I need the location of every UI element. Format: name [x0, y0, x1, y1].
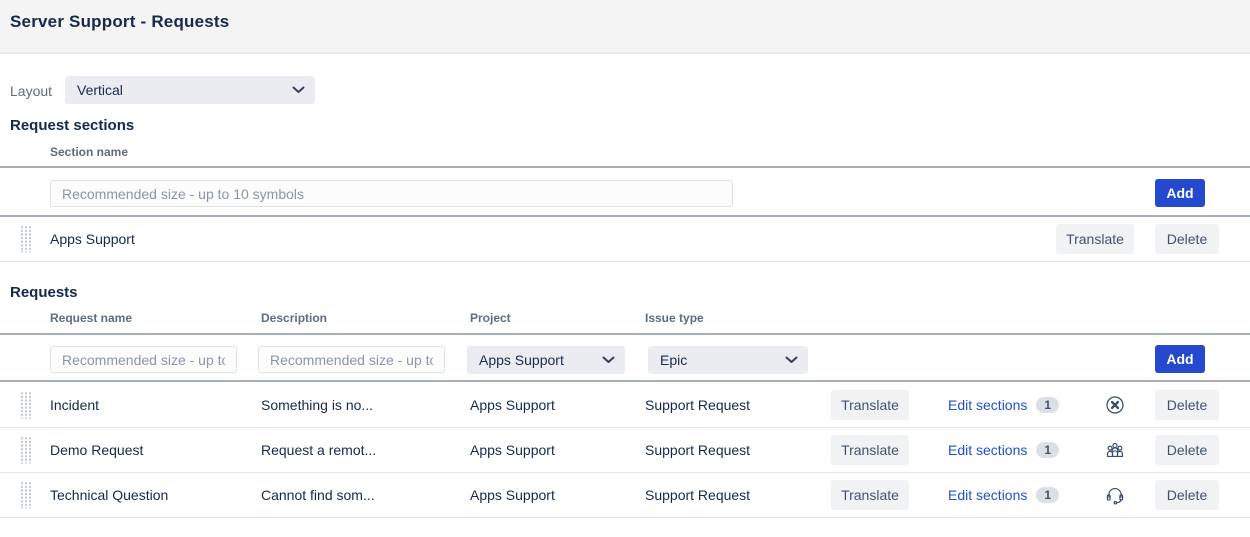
people-group-icon[interactable]: [1104, 439, 1126, 461]
column-header-section-name: Section name: [50, 145, 128, 159]
issue-type-select-value: Epic: [660, 352, 687, 368]
add-section-button[interactable]: Add: [1155, 179, 1205, 207]
divider: [0, 380, 1250, 382]
sections-count-badge: 1: [1036, 487, 1059, 503]
request-project-text: Apps Support: [470, 487, 555, 503]
project-select[interactable]: Apps Support: [467, 346, 625, 374]
edit-sections-wrap: Edit sections 1: [948, 487, 1059, 503]
request-description-input[interactable]: [258, 346, 445, 373]
request-project-text: Apps Support: [470, 442, 555, 458]
sections-count-badge: 1: [1036, 442, 1059, 458]
request-description-text: Something is no...: [261, 397, 373, 413]
chevron-down-icon: [292, 86, 305, 94]
section-row: Apps Support Translate Delete: [0, 217, 1250, 261]
chevron-down-icon: [785, 356, 798, 364]
column-header-issue-type: Issue type: [645, 311, 704, 325]
project-select-value: Apps Support: [479, 352, 564, 368]
request-name-text: Demo Request: [50, 442, 143, 458]
layout-label: Layout: [10, 83, 52, 99]
section-name-input[interactable]: [50, 180, 733, 207]
request-issue-type-text: Support Request: [645, 397, 750, 413]
headset-icon[interactable]: [1104, 484, 1126, 506]
translate-button[interactable]: Translate: [831, 435, 909, 465]
chevron-down-icon: [602, 356, 615, 364]
column-header-description: Description: [261, 311, 327, 325]
admin-page: Server Support - Requests Layout Vertica…: [0, 0, 1250, 537]
edit-sections-link[interactable]: Edit sections: [948, 397, 1027, 413]
issue-type-select[interactable]: Epic: [648, 346, 808, 374]
request-sections-heading: Request sections: [10, 117, 134, 134]
request-issue-type-text: Support Request: [645, 442, 750, 458]
edit-sections-wrap: Edit sections 1: [948, 442, 1059, 458]
divider: [0, 333, 1250, 335]
delete-button[interactable]: Delete: [1155, 435, 1219, 465]
drag-handle[interactable]: [20, 482, 32, 509]
delete-button[interactable]: Delete: [1155, 224, 1219, 254]
delete-button[interactable]: Delete: [1155, 390, 1219, 420]
divider: [0, 261, 1250, 262]
edit-sections-link[interactable]: Edit sections: [948, 487, 1027, 503]
request-name-text: Incident: [50, 397, 99, 413]
drag-handle[interactable]: [20, 392, 32, 419]
edit-sections-wrap: Edit sections 1: [948, 397, 1059, 413]
request-row: Technical Question Cannot find som... Ap…: [0, 473, 1250, 518]
request-row: Demo Request Request a remot... Apps Sup…: [0, 428, 1250, 473]
translate-button[interactable]: Translate: [1056, 224, 1134, 254]
translate-button[interactable]: Translate: [831, 390, 909, 420]
layout-select-value: Vertical: [77, 82, 123, 98]
add-request-button[interactable]: Add: [1155, 345, 1205, 373]
section-name-text: Apps Support: [50, 231, 135, 247]
translate-button[interactable]: Translate: [831, 480, 909, 510]
request-project-text: Apps Support: [470, 397, 555, 413]
divider: [0, 166, 1250, 168]
request-row: Incident Something is no... Apps Support…: [0, 383, 1250, 428]
request-name-text: Technical Question: [50, 487, 168, 503]
column-header-request-name: Request name: [50, 311, 132, 325]
circle-x-icon[interactable]: [1104, 394, 1126, 416]
layout-select[interactable]: Vertical: [65, 76, 315, 104]
page-title: Server Support - Requests: [10, 12, 229, 32]
drag-handle[interactable]: [20, 226, 32, 253]
drag-handle[interactable]: [20, 437, 32, 464]
delete-button[interactable]: Delete: [1155, 480, 1219, 510]
request-description-text: Request a remot...: [261, 442, 376, 458]
requests-heading: Requests: [10, 284, 78, 301]
column-header-project: Project: [470, 311, 511, 325]
sections-count-badge: 1: [1036, 397, 1059, 413]
page-header: Server Support - Requests: [0, 0, 1250, 54]
request-issue-type-text: Support Request: [645, 487, 750, 503]
request-description-text: Cannot find som...: [261, 487, 375, 503]
edit-sections-link[interactable]: Edit sections: [948, 442, 1027, 458]
request-name-input[interactable]: [50, 346, 237, 373]
